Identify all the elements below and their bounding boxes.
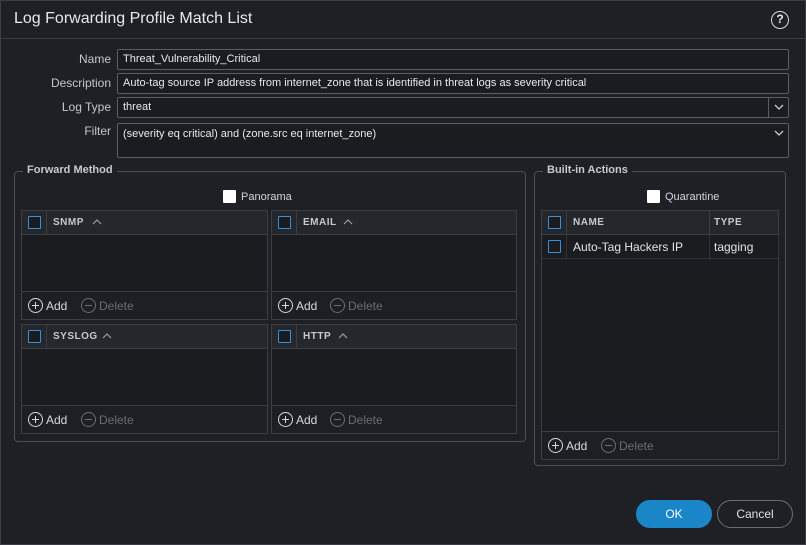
add-button[interactable]: Add xyxy=(28,412,67,427)
add-button[interactable]: Add xyxy=(278,298,317,313)
plus-circle-icon xyxy=(278,412,293,427)
log-type-select[interactable]: threat xyxy=(117,97,789,118)
column-header-name[interactable]: NAME xyxy=(573,217,604,228)
log-forwarding-match-list-dialog: Log Forwarding Profile Match List ? Name… xyxy=(0,0,806,545)
panorama-option[interactable]: Panorama xyxy=(223,190,292,203)
ok-button[interactable]: OK xyxy=(636,500,712,528)
email-table: EMAIL Add Delete xyxy=(271,210,517,320)
filter-value: (severity eq critical) and (zone.src eq … xyxy=(123,128,377,140)
minus-circle-icon xyxy=(81,298,96,313)
table-header: SYSLOG xyxy=(22,325,267,349)
cancel-button[interactable]: Cancel xyxy=(717,500,793,528)
help-icon[interactable]: ? xyxy=(771,11,789,29)
snmp-table: SNMP Add Delete xyxy=(21,210,268,320)
column-header-type[interactable]: TYPE xyxy=(714,217,742,228)
delete-button[interactable]: Delete xyxy=(601,438,654,453)
plus-circle-icon xyxy=(548,438,563,453)
table-footer: Add Delete xyxy=(22,291,267,319)
delete-button[interactable]: Delete xyxy=(330,412,383,427)
delete-button[interactable]: Delete xyxy=(330,298,383,313)
table-footer: Add Delete xyxy=(22,405,267,433)
chevron-up-icon[interactable] xyxy=(338,332,348,339)
builtin-actions-table: NAME TYPE Auto-Tag Hackers IP tagging Ad… xyxy=(541,210,779,460)
chevron-down-icon[interactable] xyxy=(769,124,785,140)
table-footer: Add Delete xyxy=(542,431,778,459)
email-header[interactable]: EMAIL xyxy=(303,217,337,228)
table-header: HTTP xyxy=(272,325,516,349)
minus-circle-icon xyxy=(330,298,345,313)
dialog-title: Log Forwarding Profile Match List xyxy=(14,10,253,27)
table-footer: Add Delete xyxy=(272,405,516,433)
table-header: EMAIL xyxy=(272,211,516,235)
forward-method-legend: Forward Method xyxy=(23,164,117,176)
table-footer: Add Delete xyxy=(272,291,516,319)
select-all-checkbox[interactable] xyxy=(28,330,41,343)
http-table: HTTP Add Delete xyxy=(271,324,517,434)
panorama-label: Panorama xyxy=(241,190,292,203)
filter-field[interactable]: (severity eq critical) and (zone.src eq … xyxy=(117,123,789,158)
chevron-up-icon[interactable] xyxy=(102,332,112,339)
plus-circle-icon xyxy=(28,298,43,313)
quarantine-option[interactable]: Quarantine xyxy=(647,190,719,203)
table-header: SNMP xyxy=(22,211,267,235)
quarantine-checkbox[interactable] xyxy=(647,190,660,203)
minus-circle-icon xyxy=(601,438,616,453)
builtin-actions-group: Built-in Actions Quarantine NAME TYPE Au… xyxy=(534,164,786,466)
plus-circle-icon xyxy=(28,412,43,427)
chevron-up-icon[interactable] xyxy=(92,218,102,225)
add-button[interactable]: Add xyxy=(28,298,67,313)
log-type-value: threat xyxy=(123,101,152,113)
select-all-checkbox[interactable] xyxy=(278,216,291,229)
plus-circle-icon xyxy=(278,298,293,313)
row-checkbox[interactable] xyxy=(548,240,561,253)
select-all-checkbox[interactable] xyxy=(278,330,291,343)
select-all-checkbox[interactable] xyxy=(548,216,561,229)
table-header: NAME TYPE xyxy=(542,211,779,235)
chevron-down-icon[interactable] xyxy=(768,98,788,117)
row-type: tagging xyxy=(714,240,754,254)
minus-circle-icon xyxy=(81,412,96,427)
add-button[interactable]: Add xyxy=(278,412,317,427)
log-type-label: Log Type xyxy=(61,100,111,114)
name-field[interactable]: Threat_Vulnerability_Critical xyxy=(117,49,789,70)
delete-button[interactable]: Delete xyxy=(81,298,134,313)
row-name[interactable]: Auto-Tag Hackers IP xyxy=(573,240,683,254)
description-field[interactable]: Auto-tag source IP address from internet… xyxy=(117,73,789,94)
dialog-title-bar: Log Forwarding Profile Match List ? xyxy=(1,1,805,39)
minus-circle-icon xyxy=(330,412,345,427)
delete-button[interactable]: Delete xyxy=(81,412,134,427)
snmp-header[interactable]: SNMP xyxy=(53,217,84,228)
syslog-header[interactable]: SYSLOG xyxy=(53,331,98,342)
quarantine-label: Quarantine xyxy=(665,190,720,203)
builtin-actions-legend: Built-in Actions xyxy=(543,164,632,176)
add-button[interactable]: Add xyxy=(548,438,587,453)
select-all-checkbox[interactable] xyxy=(28,216,41,229)
syslog-table: SYSLOG Add Delete xyxy=(21,324,268,434)
forward-method-group: Forward Method Panorama SNMP Add Delete … xyxy=(14,164,526,442)
filter-label: Filter xyxy=(84,124,111,138)
table-row[interactable]: Auto-Tag Hackers IP tagging xyxy=(542,235,779,259)
panorama-checkbox[interactable] xyxy=(223,190,236,203)
name-label: Name xyxy=(78,52,111,66)
http-header[interactable]: HTTP xyxy=(303,331,331,342)
chevron-up-icon[interactable] xyxy=(343,218,353,225)
description-label: Description xyxy=(50,76,111,90)
